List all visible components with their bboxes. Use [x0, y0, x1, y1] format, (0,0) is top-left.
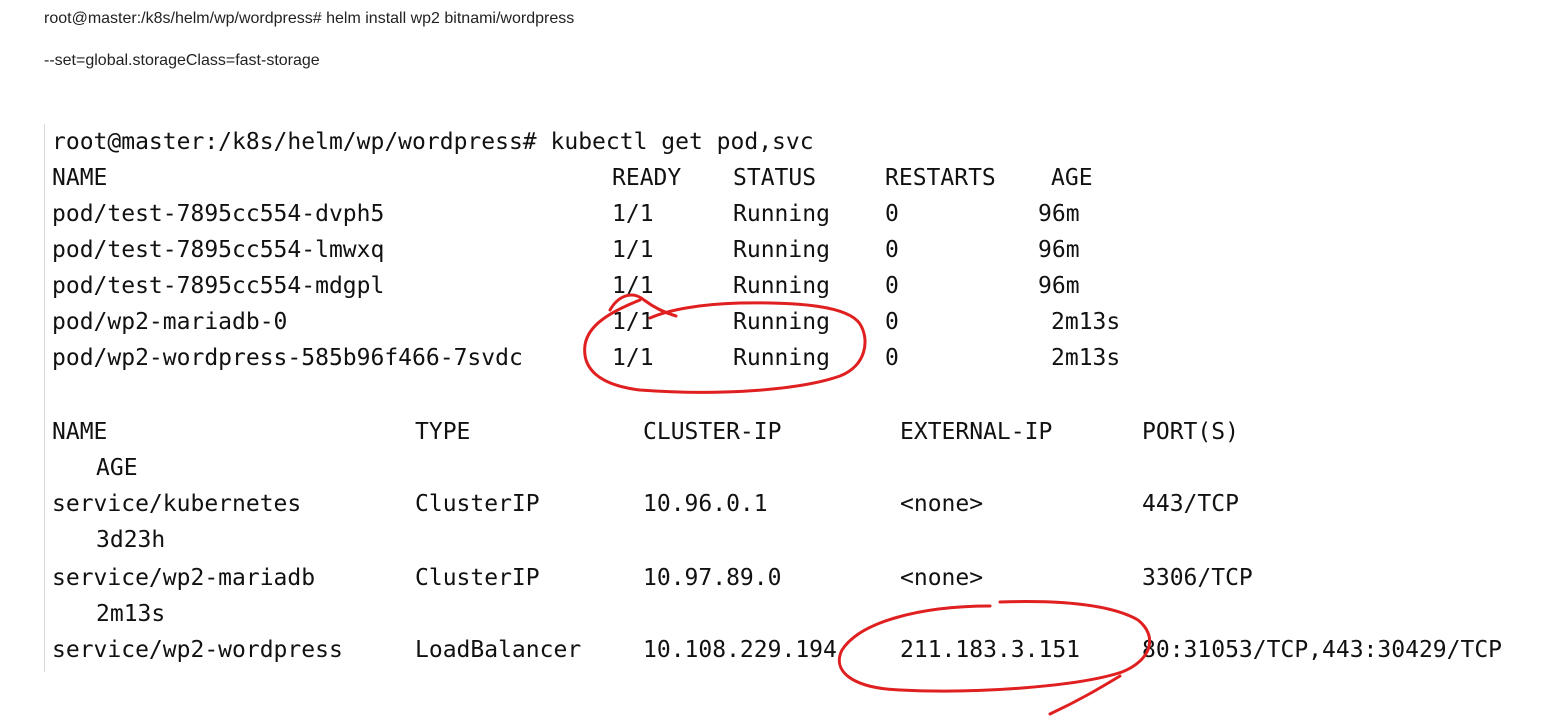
pod-header-ready: READY	[612, 165, 682, 191]
pod-row-name: pod/test-7895cc554-lmwxq	[52, 237, 385, 263]
pod-header-restarts: RESTARTS	[885, 165, 996, 191]
svc-row-ports: 80:31053/TCP,443:30429/TCP	[1142, 637, 1503, 663]
svc-row-cluster-ip: 10.97.89.0	[643, 565, 782, 591]
svc-row-cluster-ip: 10.108.229.194	[643, 637, 837, 663]
svc-row-cluster-ip: 10.96.0.1	[643, 491, 768, 517]
svc-header-type: TYPE	[415, 419, 471, 445]
svc-row-external-ip: <none>	[900, 491, 984, 517]
svc-row-type: ClusterIP	[415, 491, 540, 517]
svc-header-age: AGE	[96, 455, 138, 481]
pod-row-restarts: 0	[885, 345, 899, 371]
pod-row-status: Running	[733, 345, 830, 371]
pod-row-status: Running	[733, 201, 830, 227]
helm-install-command: root@master:/k8s/helm/wp/wordpress# helm…	[44, 10, 575, 27]
svc-header-ports: PORT(S)	[1142, 419, 1239, 445]
svc-row-name: service/wp2-wordpress	[52, 637, 343, 663]
pod-header-age: AGE	[1051, 165, 1093, 191]
pod-row-name: pod/test-7895cc554-mdgpl	[52, 273, 385, 299]
pod-row-ready: 1/1	[612, 237, 654, 263]
pod-row-restarts: 0	[885, 309, 899, 335]
pod-row-name: pod/wp2-mariadb-0	[52, 309, 288, 335]
svc-header-external-ip: EXTERNAL-IP	[900, 419, 1053, 445]
svc-row-name: service/wp2-mariadb	[52, 565, 316, 591]
pod-row-age: 96m	[1038, 237, 1080, 263]
svc-row-ports: 443/TCP	[1142, 491, 1239, 517]
pod-row-age: 2m13s	[1051, 345, 1121, 371]
helm-install-set-flag: --set=global.storageClass=fast-storage	[44, 52, 320, 69]
pod-row-restarts: 0	[885, 273, 899, 299]
pod-row-age: 96m	[1038, 273, 1080, 299]
pod-row-restarts: 0	[885, 201, 899, 227]
svc-header-cluster-ip: CLUSTER-IP	[643, 419, 782, 445]
pod-row-status: Running	[733, 237, 830, 263]
svc-row-age: 2m13s	[96, 601, 166, 627]
pod-row-ready: 1/1	[612, 201, 654, 227]
pod-row-age: 96m	[1038, 201, 1080, 227]
svc-row-name: service/kubernetes	[52, 491, 302, 517]
pod-row-name: pod/test-7895cc554-dvph5	[52, 201, 385, 227]
pod-row-status: Running	[733, 273, 830, 299]
svc-row-age: 3d23h	[96, 527, 166, 553]
svc-row-external-ip: <none>	[900, 565, 984, 591]
svc-row-external-ip: 211.183.3.151	[900, 637, 1081, 663]
pod-row-ready: 1/1	[612, 345, 654, 371]
svc-row-type: LoadBalancer	[415, 637, 582, 663]
pod-row-name: pod/wp2-wordpress-585b96f466-7svdc	[52, 345, 523, 371]
pod-row-ready: 1/1	[612, 309, 654, 335]
pod-header-name: NAME	[52, 165, 108, 191]
pod-row-restarts: 0	[885, 237, 899, 263]
svc-header-name: NAME	[52, 419, 108, 445]
kubectl-command: root@master:/k8s/helm/wp/wordpress# kube…	[52, 129, 814, 155]
pod-row-ready: 1/1	[612, 273, 654, 299]
pod-row-age: 2m13s	[1051, 309, 1121, 335]
svc-row-ports: 3306/TCP	[1142, 565, 1253, 591]
pod-row-status: Running	[733, 309, 830, 335]
svc-row-type: ClusterIP	[415, 565, 540, 591]
pod-header-status: STATUS	[733, 165, 817, 191]
